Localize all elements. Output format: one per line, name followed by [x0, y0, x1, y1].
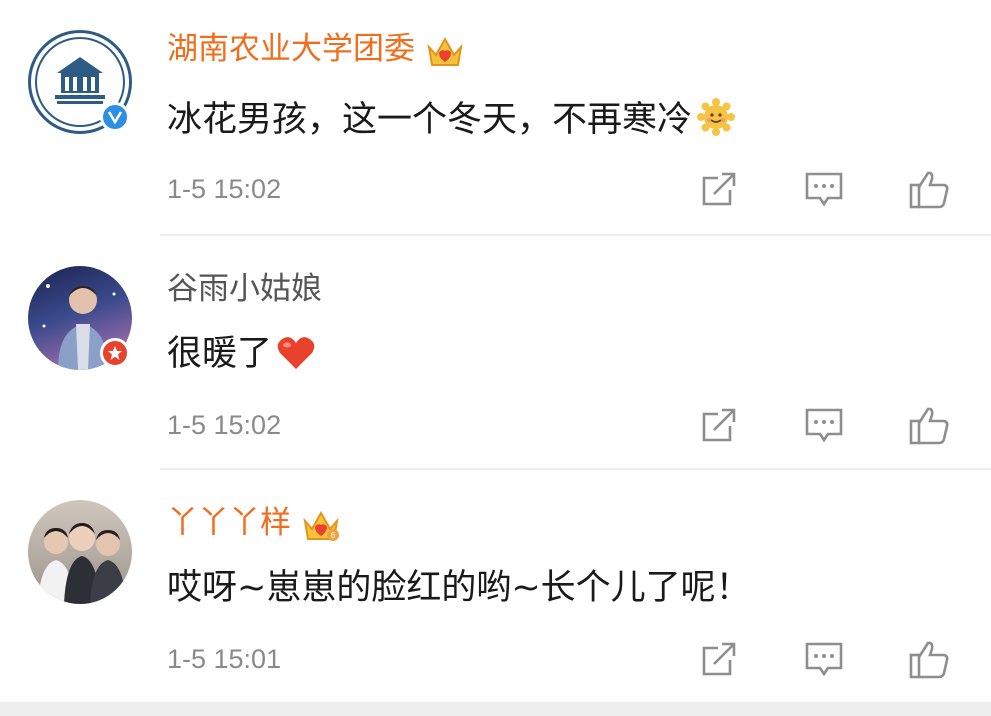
comment-text: 哎呀~崽崽的脸红的哟~长个儿了呢！ [167, 566, 751, 610]
red-heart-emoji-icon [276, 335, 316, 382]
avatar[interactable] [28, 266, 132, 370]
share-icon[interactable] [696, 402, 742, 448]
comment-icon[interactable] [801, 402, 847, 448]
share-icon[interactable] [696, 636, 742, 682]
comment-item[interactable]: 湖南农业大学团委 冰花男孩，这一个冬天，不再寒冷 1-5 15:02 [0, 0, 991, 234]
like-icon[interactable] [906, 402, 952, 448]
comment-text-content: 哎呀~崽崽的脸红的哟~长个儿了呢！ [167, 568, 751, 608]
star-badge-icon [100, 338, 130, 368]
smiling-sun-emoji-icon [696, 97, 736, 148]
verified-badge-icon [100, 102, 130, 132]
comment-text-content: 很暖了 [167, 334, 273, 374]
username-text[interactable]: 湖南农业大学团委 [167, 31, 415, 67]
share-icon[interactable] [696, 166, 742, 212]
username[interactable]: 湖南农业大学团委 [167, 30, 465, 69]
like-icon[interactable] [906, 636, 952, 682]
comment-item[interactable]: 谷雨小姑娘 很暖了 1-5 15:02 [0, 236, 991, 468]
comment-text: 很暖了 [167, 332, 316, 382]
crown-icon [425, 33, 465, 69]
comment-text-content: 冰花男孩，这一个冬天，不再寒冷 [167, 100, 693, 140]
username-text[interactable]: 丫丫丫样 [167, 505, 291, 541]
svg-text:6: 6 [331, 531, 336, 540]
comment-time: 1-5 15:01 [167, 644, 282, 674]
like-icon[interactable] [906, 166, 952, 212]
avatar[interactable] [28, 30, 132, 134]
avatar[interactable] [28, 500, 132, 604]
group-photo-icon [38, 523, 126, 604]
username[interactable]: 丫丫丫样 6 [167, 504, 341, 543]
username-text[interactable]: 谷雨小姑娘 [167, 271, 322, 307]
bottom-divider [0, 702, 991, 716]
username[interactable]: 谷雨小姑娘 [167, 270, 322, 308]
comment-text: 冰花男孩，这一个冬天，不再寒冷 [167, 97, 736, 148]
comment-time: 1-5 15:02 [167, 174, 282, 204]
comment-item[interactable]: 丫丫丫样 6 哎呀~崽崽的脸红的哟~长个儿了呢！ 1-5 15:01 [0, 470, 991, 702]
comment-icon[interactable] [801, 636, 847, 682]
comment-icon[interactable] [801, 166, 847, 212]
comment-time: 1-5 15:02 [167, 410, 282, 440]
crown-icon: 6 [301, 507, 341, 543]
